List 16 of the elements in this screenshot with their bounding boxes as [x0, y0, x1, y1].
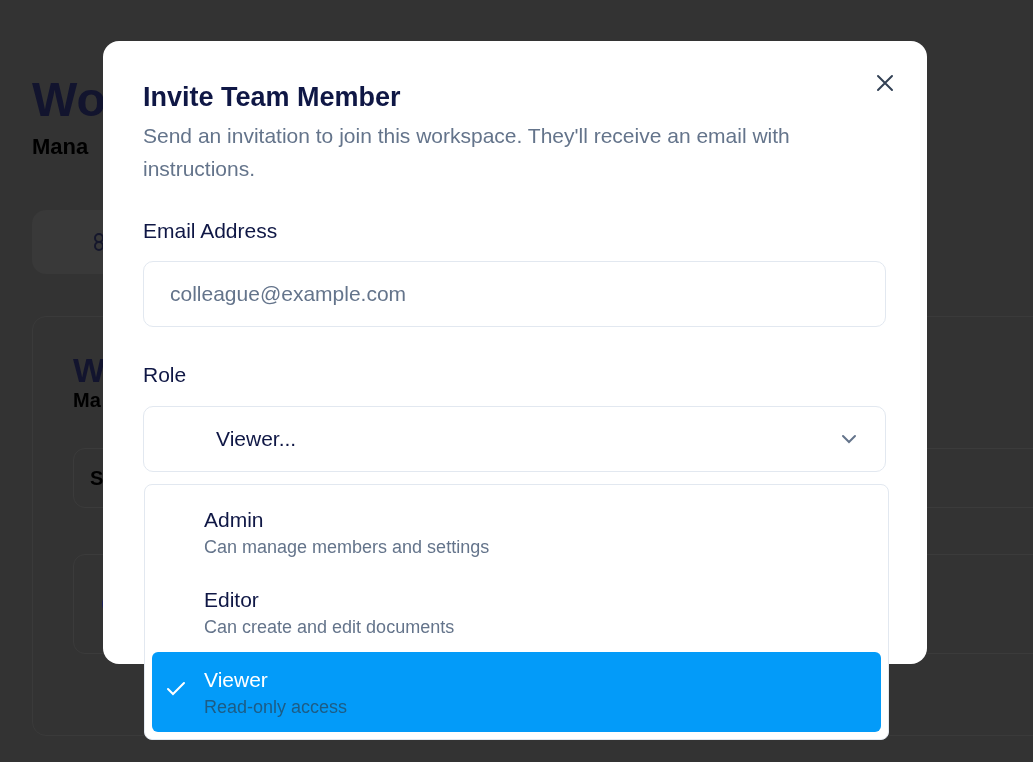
role-option[interactable]: Admin Can manage members and settings — [152, 492, 881, 572]
option-title: Admin — [204, 507, 265, 533]
role-select[interactable]: Viewer... — [143, 406, 886, 472]
email-field[interactable]: colleague@example.com — [143, 261, 886, 327]
dialog-description: Send an invitation to join this workspace. They'll receive an email with instructions. — [143, 123, 791, 182]
option-title: Viewer — [204, 667, 269, 693]
dialog-title: Invite Team Member — [143, 81, 402, 114]
chevron-icon — [841, 434, 857, 444]
field-label: Email Address — [143, 218, 279, 244]
field-label: Role — [143, 362, 188, 388]
option-title: Editor — [204, 587, 260, 613]
check-icon — [166, 681, 186, 697]
option-description: Can manage members and settings — [204, 536, 491, 559]
role-option[interactable]: Editor Can create and edit documents — [152, 572, 881, 652]
option-description: Read-only access — [204, 696, 349, 719]
option-description: Can create and edit documents — [204, 616, 456, 639]
